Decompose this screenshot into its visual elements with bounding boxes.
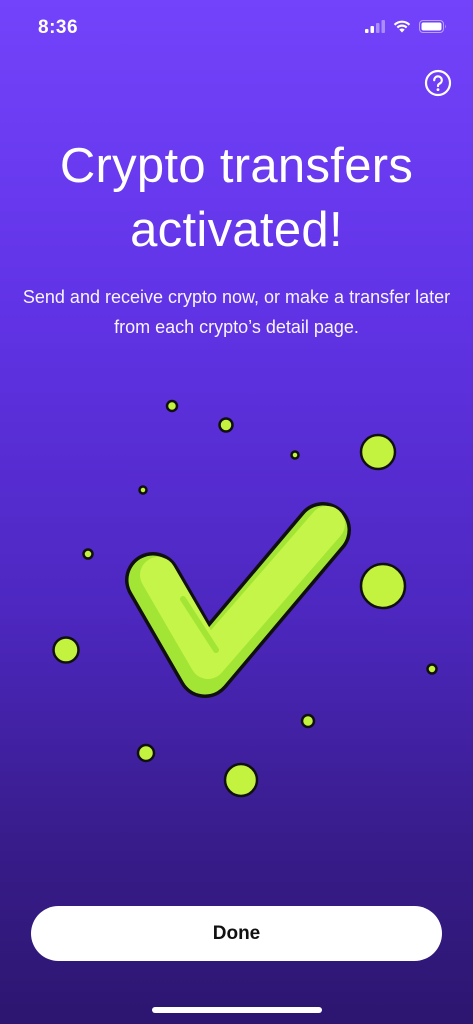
bubble	[218, 417, 234, 433]
bubble	[300, 713, 316, 729]
bubble	[290, 450, 300, 460]
page-subtitle: Send and receive crypto now, or make a t…	[22, 287, 451, 337]
cellular-signal-icon	[365, 20, 385, 33]
bubble	[359, 433, 397, 471]
page-title: Crypto transfers activated!	[59, 139, 414, 257]
status-icons	[365, 20, 447, 33]
home-indicator	[152, 1007, 322, 1013]
done-button[interactable]: Done	[31, 906, 442, 961]
status-time: 8:36	[38, 17, 79, 38]
wifi-icon	[393, 20, 411, 33]
checkmark-illustration	[52, 399, 438, 798]
bubble	[138, 485, 148, 495]
bubble	[136, 743, 156, 763]
question-circle-icon	[424, 69, 452, 97]
bubble	[82, 548, 94, 560]
bubble	[223, 762, 259, 798]
battery-icon	[419, 20, 446, 33]
bubble	[359, 562, 407, 610]
bubble	[165, 399, 179, 413]
bubble	[426, 663, 438, 675]
checkmark	[125, 502, 351, 698]
bubble	[52, 636, 80, 664]
help-button[interactable]	[423, 68, 453, 98]
status-bar: 8:36	[0, 0, 473, 56]
